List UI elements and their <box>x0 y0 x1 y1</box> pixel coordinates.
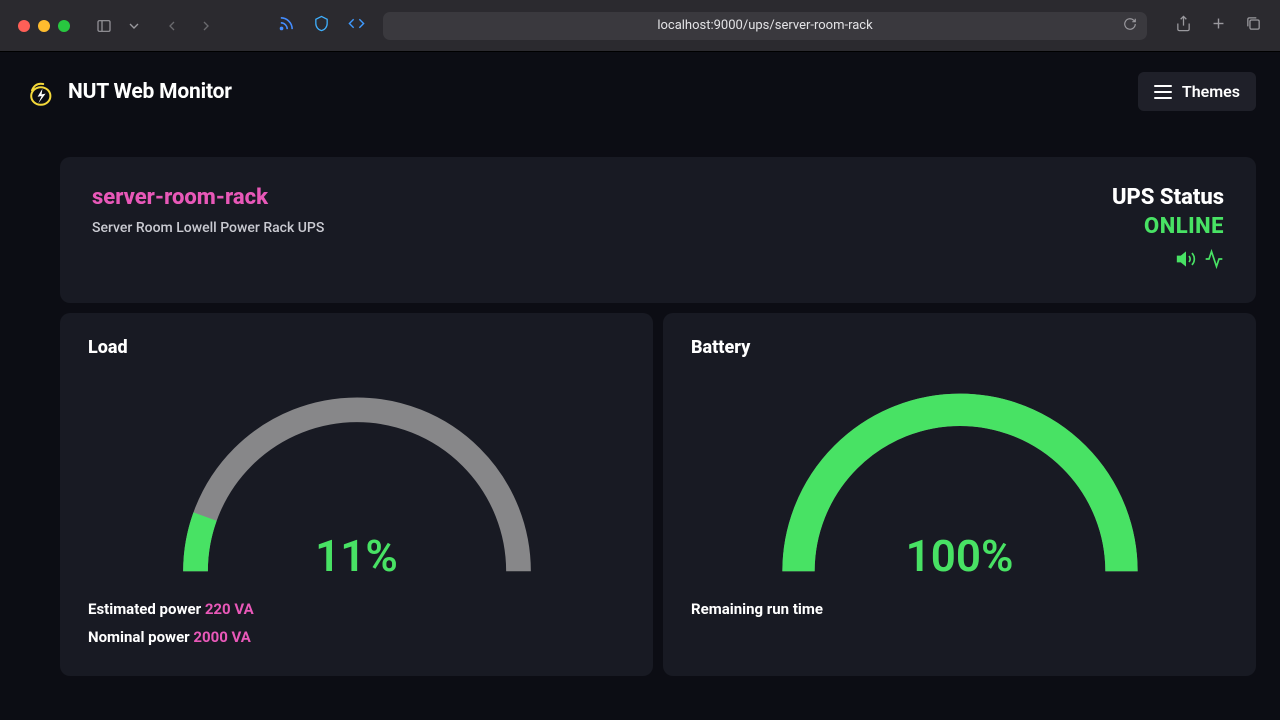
app-brand[interactable]: NUT Web Monitor <box>24 76 232 108</box>
status-value: ONLINE <box>1112 214 1224 239</box>
forward-button[interactable] <box>192 14 220 38</box>
server-name: server-room-rack <box>92 185 324 210</box>
new-tab-icon[interactable] <box>1210 15 1227 36</box>
minimize-window-button[interactable] <box>38 20 50 32</box>
nut-logo-icon <box>24 76 56 108</box>
themes-label: Themes <box>1182 82 1240 101</box>
server-description: Server Room Lowell Power Rack UPS <box>92 220 324 236</box>
estimated-power-row: Estimated power 220 VA <box>88 600 625 618</box>
maximize-window-button[interactable] <box>58 20 70 32</box>
back-button[interactable] <box>158 14 186 38</box>
app-header: NUT Web Monitor Themes <box>24 72 1256 111</box>
nominal-power-value: 2000 VA <box>193 628 250 646</box>
beeper-on-icon <box>1176 249 1196 273</box>
status-icons <box>1112 249 1224 273</box>
runtime-label: Remaining run time <box>691 600 823 618</box>
activity-icon <box>1204 249 1224 273</box>
hamburger-icon <box>1154 85 1172 99</box>
rss-icon[interactable] <box>278 15 295 36</box>
nominal-power-row: Nominal power 2000 VA <box>88 628 625 646</box>
runtime-row: Remaining run time <box>691 600 1228 618</box>
status-title: UPS Status <box>1112 185 1224 210</box>
close-window-button[interactable] <box>18 20 30 32</box>
refresh-icon[interactable] <box>1123 17 1137 35</box>
devtools-icon[interactable] <box>348 15 365 36</box>
app-title: NUT Web Monitor <box>68 80 232 104</box>
privacy-report-icon[interactable] <box>313 15 330 36</box>
load-title: Load <box>88 337 625 358</box>
battery-title: Battery <box>691 337 1228 358</box>
share-icon[interactable] <box>1175 15 1192 36</box>
url-bar[interactable]: localhost:9000/ups/server-room-rack <box>383 12 1147 40</box>
battery-meta: Remaining run time <box>691 600 1228 618</box>
battery-percent: 100% <box>906 530 1014 582</box>
status-card: server-room-rack Server Room Lowell Powe… <box>60 157 1256 303</box>
server-info: server-room-rack Server Room Lowell Powe… <box>92 185 324 236</box>
estimated-power-label: Estimated power <box>88 600 205 618</box>
load-percent: 11% <box>315 530 398 582</box>
estimated-power-value: 220 VA <box>205 600 254 618</box>
ups-status: UPS Status ONLINE <box>1112 185 1224 273</box>
load-meta: Estimated power 220 VA Nominal power 200… <box>88 600 625 646</box>
nominal-power-label: Nominal power <box>88 628 193 646</box>
url-text: localhost:9000/ups/server-room-rack <box>657 18 872 33</box>
sidebar-toggle-button[interactable] <box>90 14 118 38</box>
app-root: NUT Web Monitor Themes server-room-rack … <box>0 52 1280 720</box>
tabs-overview-icon[interactable] <box>1245 15 1262 36</box>
browser-chrome: localhost:9000/ups/server-room-rack <box>0 0 1280 52</box>
tab-dropdown-button[interactable] <box>126 14 142 38</box>
themes-button[interactable]: Themes <box>1138 72 1256 111</box>
battery-gauge: 100% <box>691 376 1228 586</box>
load-card: Load 11% Estimated power 220 VA Nominal … <box>60 313 653 676</box>
battery-card: Battery 100% Remaining run time <box>663 313 1256 676</box>
gauge-row: Load 11% Estimated power 220 VA Nominal … <box>60 313 1256 676</box>
load-gauge: 11% <box>88 376 625 586</box>
window-controls <box>18 20 70 32</box>
